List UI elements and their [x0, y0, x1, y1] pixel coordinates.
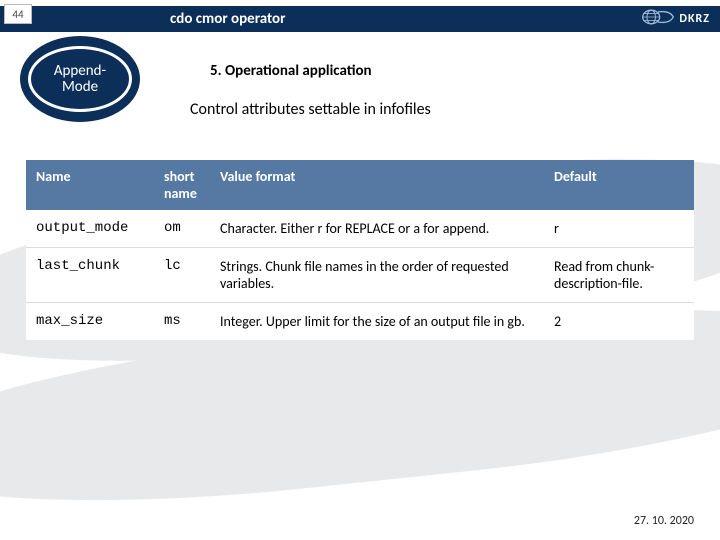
logo-text: DKRZ: [679, 12, 710, 26]
cell-name: max_size: [26, 303, 154, 341]
col-name: Name: [26, 160, 154, 210]
subtitle: Control attributes settable in infofiles: [190, 100, 431, 119]
mode-badge: Append-Mode: [20, 36, 140, 122]
cell-name: output_mode: [26, 210, 154, 248]
attributes-table: Name short name Value format Default out…: [26, 160, 694, 340]
table-header-row: Name short name Value format Default: [26, 160, 694, 210]
slide: 44 cdo cmor operator DKRZ Append-Mode 5.…: [0, 0, 720, 540]
cell-value: Strings. Chunk file names in the order o…: [210, 248, 544, 303]
slide-number: 44: [4, 4, 32, 24]
col-short: short name: [154, 160, 210, 210]
cell-short: ms: [154, 303, 210, 341]
cell-short: om: [154, 210, 210, 248]
section-title: 5. Operational application: [210, 62, 372, 80]
cell-default: 2: [544, 303, 694, 341]
badge-text: Append-Mode: [28, 46, 132, 112]
table-row: output_mode om Character. Either r for R…: [26, 210, 694, 248]
topbar-title: cdo cmor operator: [170, 10, 285, 28]
cell-default: r: [544, 210, 694, 248]
table-row: last_chunk lc Strings. Chunk file names …: [26, 248, 694, 303]
globe-icon: [641, 8, 675, 31]
topbar: cdo cmor operator DKRZ: [0, 6, 720, 32]
date: 27. 10. 2020: [634, 514, 694, 528]
cell-value: Character. Either r for REPLACE or a for…: [210, 210, 544, 248]
col-value: Value format: [210, 160, 544, 210]
col-default: Default: [544, 160, 694, 210]
cell-name: last_chunk: [26, 248, 154, 303]
cell-value: Integer. Upper limit for the size of an …: [210, 303, 544, 341]
cell-short: lc: [154, 248, 210, 303]
cell-default: Read from chunk-description-file.: [544, 248, 694, 303]
logo: DKRZ: [641, 8, 710, 30]
table-row: max_size ms Integer. Upper limit for the…: [26, 303, 694, 341]
